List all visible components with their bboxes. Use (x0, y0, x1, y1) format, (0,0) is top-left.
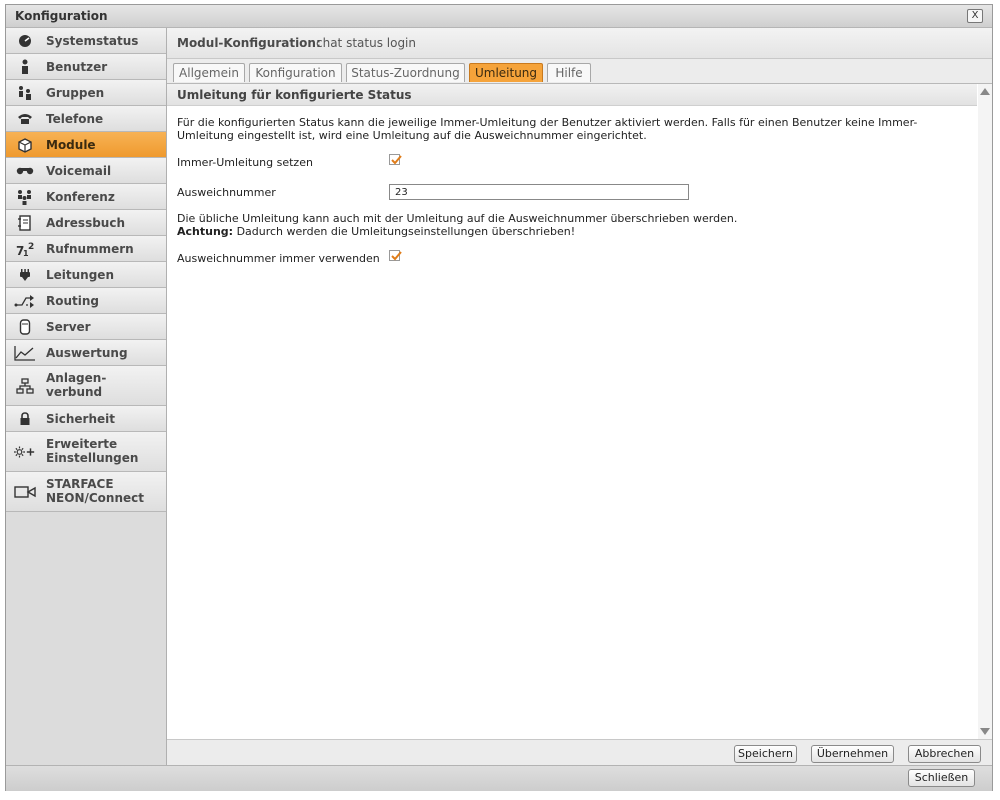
settings-plus-icon (14, 443, 36, 461)
chart-icon (14, 344, 36, 362)
sidebar-item-konferenz[interactable]: Konferenz (6, 184, 166, 210)
sidebar-item-module[interactable]: Module (6, 132, 166, 158)
routing-icon (14, 292, 36, 310)
checkmark-icon (391, 155, 402, 165)
save-button[interactable]: Speichern (734, 745, 797, 763)
tab-konfiguration[interactable]: Konfiguration (249, 63, 342, 82)
sidebar-item-label: Leitungen (46, 268, 114, 282)
always-use-checkbox[interactable] (389, 250, 402, 261)
action-bar: Speichern Übernehmen Abbrechen (167, 739, 992, 766)
sidebar-item-label: Systemstatus (46, 34, 139, 48)
bottom-bar: Schließen (6, 765, 992, 791)
section-header: Umleitung für konfigurierte Status (167, 84, 977, 106)
warning-line: Achtung: Dadurch werden die Umleitungsei… (177, 225, 957, 238)
checkmark-icon (391, 251, 402, 261)
note-text: Die übliche Umleitung kann auch mit der … (177, 212, 957, 238)
gauge-icon (14, 32, 36, 50)
server-icon (14, 318, 36, 336)
plug-icon (14, 266, 36, 284)
conference-icon (14, 188, 36, 206)
tab-status-zuordnung[interactable]: Status-Zuordnung (346, 63, 465, 82)
sidebar-item-anlagenverbund[interactable]: Anlagen- verbund (6, 366, 166, 406)
sidebar-item-sicherheit[interactable]: Sicherheit (6, 406, 166, 432)
sidebar-item-label: Module (46, 138, 96, 152)
cube-icon (14, 136, 36, 154)
tab-allgemein[interactable]: Allgemein (173, 63, 245, 82)
sidebar-item-label: Sicherheit (46, 412, 115, 426)
sidebar-item-benutzer[interactable]: Benutzer (6, 54, 166, 80)
sidebar-item-label: Rufnummern (46, 242, 134, 256)
network-icon (14, 377, 36, 395)
sidebar-item-label: Gruppen (46, 86, 105, 100)
sidebar-item-label: Erweiterte Einstellungen (46, 437, 139, 465)
sidebar-item-routing[interactable]: Routing (6, 288, 166, 314)
sidebar-item-telefone[interactable]: Telefone (6, 106, 166, 132)
voicemail-icon (14, 162, 36, 180)
sidebar-item-label: Konferenz (46, 190, 115, 204)
cancel-button[interactable]: Abbrechen (908, 745, 981, 763)
sidebar-item-adressbuch[interactable]: Adressbuch (6, 210, 166, 236)
sidebar-item-gruppen[interactable]: Gruppen (6, 80, 166, 106)
lock-icon (14, 410, 36, 428)
close-icon[interactable]: X (967, 9, 983, 23)
sidebar: Systemstatus Benutzer Gruppen Telefone M… (6, 28, 167, 765)
sidebar-item-label: Anlagen- verbund (46, 371, 107, 399)
sidebar-item-systemstatus[interactable]: Systemstatus (6, 28, 166, 54)
camera-icon (14, 483, 36, 501)
sidebar-item-server[interactable]: Server (6, 314, 166, 340)
intro-text: Für die konfigurierten Status kann die j… (177, 116, 918, 142)
configuration-window: Konfiguration X Systemstatus Benutzer Gr… (5, 4, 993, 791)
sidebar-item-label: Routing (46, 294, 100, 308)
window-title: Konfiguration (15, 9, 108, 23)
numbers-icon: 712 (14, 240, 36, 258)
scroll-up-icon[interactable] (980, 88, 990, 95)
user-icon (14, 58, 36, 76)
tab-hilfe[interactable]: Hilfe (547, 63, 591, 82)
immer-umleitung-label: Immer-Umleitung setzen (177, 156, 313, 169)
immer-umleitung-checkbox[interactable] (389, 154, 402, 165)
sidebar-item-auswertung[interactable]: Auswertung (6, 340, 166, 366)
tab-umleitung[interactable]: Umleitung (469, 63, 543, 82)
title-bar: Konfiguration X (6, 5, 992, 28)
section-title: Umleitung für konfigurierte Status (177, 88, 412, 102)
addressbook-icon (14, 214, 36, 232)
override-note: Die übliche Umleitung kann auch mit der … (177, 212, 738, 225)
ausweichnummer-input[interactable] (389, 184, 689, 200)
ausweichnummer-label: Ausweichnummer (177, 186, 276, 199)
sidebar-item-label: Server (46, 320, 91, 334)
sidebar-item-label: Voicemail (46, 164, 112, 178)
sidebar-item-label: Auswertung (46, 346, 128, 360)
close-button[interactable]: Schließen (908, 769, 975, 787)
warning-text: Dadurch werden die Umleitungseinstellung… (236, 225, 576, 238)
module-header: Modul-Konfiguration: chat status login (167, 28, 992, 59)
apply-button[interactable]: Übernehmen (811, 745, 894, 763)
scroll-down-icon[interactable] (980, 728, 990, 735)
sidebar-item-label: STARFACE NEON/Connect (46, 477, 144, 505)
sidebar-item-leitungen[interactable]: Leitungen (6, 262, 166, 288)
phone-icon (14, 110, 36, 128)
sidebar-item-label: Adressbuch (46, 216, 126, 230)
main-panel: Modul-Konfiguration: chat status login A… (167, 28, 992, 766)
warning-label: Achtung: (177, 225, 234, 238)
always-use-label: Ausweichnummer immer verwenden (177, 252, 380, 265)
tab-bar: Allgemein Konfiguration Status-Zuordnung… (167, 59, 992, 84)
sidebar-item-label: Telefone (46, 112, 104, 126)
sidebar-item-rufnummern[interactable]: 712 Rufnummern (6, 236, 166, 262)
module-header-label: Modul-Konfiguration: (177, 36, 321, 50)
module-name: chat status login (316, 36, 416, 50)
svg-text:2: 2 (28, 242, 34, 252)
sidebar-item-starface-neon-connect[interactable]: STARFACE NEON/Connect (6, 472, 166, 512)
group-icon (14, 84, 36, 102)
sidebar-item-voicemail[interactable]: Voicemail (6, 158, 166, 184)
sidebar-item-label: Benutzer (46, 60, 108, 74)
sidebar-item-erweiterte-einstellungen[interactable]: Erweiterte Einstellungen (6, 432, 166, 472)
scrollbar[interactable] (978, 84, 992, 739)
